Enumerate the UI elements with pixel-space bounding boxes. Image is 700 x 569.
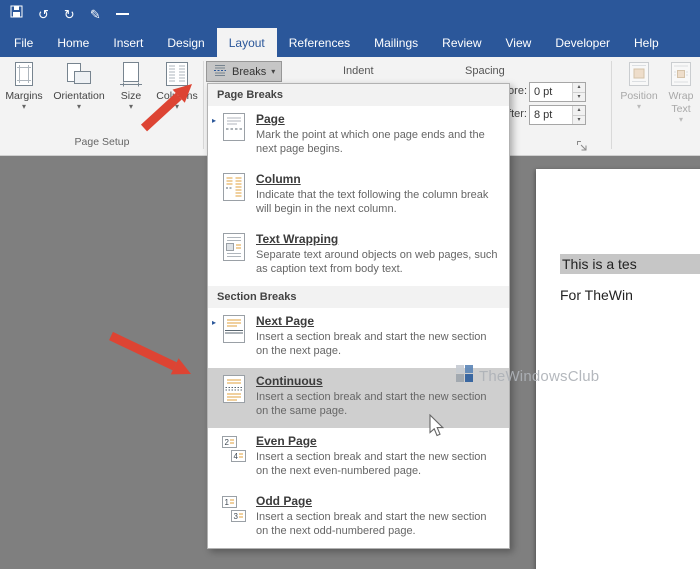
tab-mailings[interactable]: Mailings — [362, 28, 430, 57]
menu-item-even-page[interactable]: 24 Even Page Insert a section break and … — [208, 428, 509, 488]
page-break-icon — [221, 112, 249, 147]
spacing-after-field[interactable]: 8 pt ▴ ▾ — [529, 105, 586, 125]
dialog-launcher-icon[interactable] — [576, 139, 588, 157]
mouse-cursor — [428, 414, 446, 438]
wrap-text-button: Wrap Text ▾ — [662, 61, 700, 124]
margins-button[interactable]: Margins ▾ — [0, 61, 48, 111]
menu-item-title: Next Page — [256, 314, 501, 328]
tab-references[interactable]: References — [277, 28, 362, 57]
column-break-icon — [221, 172, 249, 207]
svg-text:3: 3 — [234, 512, 239, 521]
tab-review[interactable]: Review — [430, 28, 493, 57]
wrap-text-icon — [662, 61, 700, 88]
spacing-after-spinner: ▴ ▾ — [572, 106, 585, 124]
position-button: Position ▾ — [617, 61, 661, 111]
spacing-label: Spacing — [465, 65, 505, 77]
breaks-icon — [213, 63, 227, 80]
increment-button[interactable]: ▴ — [573, 83, 585, 93]
svg-text:1: 1 — [225, 498, 230, 507]
menu-item-column[interactable]: Column Indicate that the text following … — [208, 166, 509, 226]
spacing-after-value[interactable]: 8 pt — [530, 106, 572, 124]
tab-home[interactable]: Home — [45, 28, 101, 57]
menu-item-title: Even Page — [256, 434, 501, 448]
watermark-text: TheWindowsClub — [479, 368, 599, 385]
ribbon-tab-bar: File Home Insert Design Layout Reference… — [0, 28, 700, 57]
chevron-down-icon: ▾ — [50, 103, 108, 111]
indent-label: Indent — [343, 65, 374, 77]
margins-icon — [0, 61, 48, 88]
menu-item-desc: Insert a section break and start the new… — [256, 450, 501, 478]
menu-section-header-page-breaks: Page Breaks — [208, 84, 509, 106]
document-text: For TheWin — [560, 287, 633, 303]
chevron-down-icon: ▾ — [662, 116, 700, 124]
tab-file[interactable]: File — [2, 28, 45, 57]
text-wrapping-break-icon — [221, 232, 249, 267]
orientation-button[interactable]: Orientation ▾ — [50, 61, 108, 111]
menu-item-desc: Insert a section break and start the new… — [256, 510, 501, 538]
thewindowsclub-logo-icon — [456, 365, 474, 388]
position-icon — [617, 61, 661, 88]
red-arrow-annotation-continuous — [103, 324, 198, 382]
undo-icon[interactable]: ↺ — [38, 8, 49, 21]
orientation-icon — [50, 61, 108, 88]
spacing-before-spinner: ▴ ▾ — [572, 83, 585, 101]
menu-item-desc: Separate text around objects on web page… — [256, 248, 501, 276]
tab-developer[interactable]: Developer — [543, 28, 622, 57]
even-page-break-icon: 24 — [221, 434, 249, 469]
menu-item-desc: Insert a section break and start the new… — [256, 330, 501, 358]
svg-text:2: 2 — [225, 438, 230, 447]
group-separator — [611, 61, 612, 149]
menu-item-desc: Insert a section break and start the new… — [256, 390, 501, 418]
document-line: This is a tes — [560, 254, 700, 279]
menu-item-text-wrapping[interactable]: Text Wrapping Separate text around objec… — [208, 226, 509, 286]
pen-icon[interactable]: ✎ — [90, 8, 101, 21]
document-text-highlighted: This is a tes — [560, 254, 700, 274]
customize-quick-access-icon[interactable] — [116, 13, 129, 15]
next-page-break-icon — [221, 314, 249, 349]
title-bar: ↺ ↻ ✎ — [0, 0, 700, 28]
thewindowsclub-watermark: TheWindowsClub — [456, 365, 599, 388]
breaks-label: Breaks — [232, 66, 266, 78]
tab-view[interactable]: View — [494, 28, 544, 57]
continuous-break-icon — [221, 374, 249, 409]
page-setup-group-label: Page Setup — [0, 136, 204, 148]
menu-section-header-section-breaks: Section Breaks — [208, 286, 509, 308]
increment-button[interactable]: ▴ — [573, 106, 585, 116]
svg-text:4: 4 — [234, 452, 239, 461]
spacing-before-field[interactable]: 0 pt ▴ ▾ — [529, 82, 586, 102]
tab-layout[interactable]: Layout — [217, 28, 277, 57]
breaks-dropdown-menu: Page Breaks ▸ Page Mark the point at whi… — [207, 83, 510, 549]
wrap-text-label: Wrap Text — [662, 90, 700, 116]
menu-item-next-page[interactable]: ▸ Next Page Insert a section break and s… — [208, 308, 509, 368]
odd-page-break-icon: 13 — [221, 494, 249, 529]
red-arrow-annotation-columns — [130, 76, 200, 136]
tab-help[interactable]: Help — [622, 28, 671, 57]
tab-design[interactable]: Design — [155, 28, 216, 57]
decrement-button[interactable]: ▾ — [573, 93, 585, 102]
chevron-down-icon: ▾ — [0, 103, 48, 111]
decrement-button[interactable]: ▾ — [573, 116, 585, 125]
default-indicator-icon: ▸ — [212, 314, 221, 327]
breaks-button[interactable]: Breaks ▾ — [206, 61, 282, 82]
word-window: ↺ ↻ ✎ File Home Insert Design Layout Ref… — [0, 0, 700, 569]
redo-icon[interactable]: ↻ — [64, 8, 75, 21]
menu-item-desc: Mark the point at which one page ends an… — [256, 128, 501, 156]
chevron-down-icon: ▾ — [617, 103, 661, 111]
menu-item-desc: Indicate that the text following the col… — [256, 188, 501, 216]
save-icon[interactable] — [10, 5, 23, 23]
menu-item-page[interactable]: ▸ Page Mark the point at which one page … — [208, 106, 509, 166]
chevron-down-icon: ▾ — [271, 68, 275, 76]
menu-item-title: Column — [256, 172, 501, 186]
menu-item-title: Text Wrapping — [256, 232, 501, 246]
default-indicator-icon: ▸ — [212, 112, 221, 125]
menu-item-title: Odd Page — [256, 494, 501, 508]
menu-item-title: Page — [256, 112, 501, 126]
menu-item-odd-page[interactable]: 13 Odd Page Insert a section break and s… — [208, 488, 509, 548]
spacing-before-value[interactable]: 0 pt — [530, 83, 572, 101]
tab-insert[interactable]: Insert — [101, 28, 155, 57]
